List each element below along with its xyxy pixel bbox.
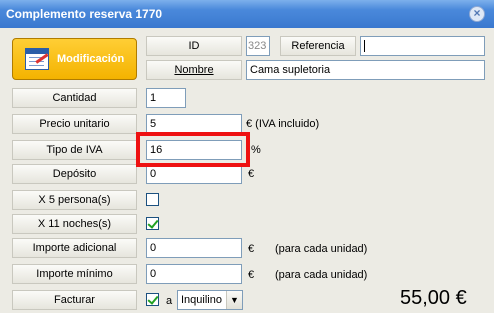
tipo-iva-suffix: % <box>251 144 261 156</box>
title-bar: Complemento reserva 1770 × <box>0 0 494 28</box>
precio-unitario-label: Precio unitario <box>12 114 137 134</box>
x-noches-checkbox[interactable] <box>146 217 159 230</box>
deposito-suffix: € <box>248 168 255 180</box>
precio-unitario-field[interactable]: 5 <box>146 114 242 134</box>
id-field: 323 <box>246 36 270 56</box>
deposito-label: Depósito <box>12 164 137 184</box>
edit-form-icon <box>25 48 49 70</box>
window-title: Complemento reserva 1770 <box>6 7 163 21</box>
facturar-select[interactable]: Inquilino ▼ <box>177 290 243 310</box>
total-amount: 55,00 € <box>400 287 467 309</box>
facturar-checkbox[interactable] <box>146 293 159 306</box>
deposito-field[interactable]: 0 <box>146 164 242 184</box>
facturar-label: Facturar <box>12 290 137 310</box>
nombre-label: Nombre <box>146 60 242 80</box>
facturar-selected: Inquilino <box>181 294 222 306</box>
importe-minimo-label: Importe mínimo <box>12 264 137 284</box>
x-personas-checkbox[interactable] <box>146 193 159 206</box>
tipo-iva-label: Tipo de IVA <box>12 140 137 160</box>
importe-adicional-currency: € <box>248 243 255 255</box>
x-personas-label: X 5 persona(s) <box>12 190 137 210</box>
importe-adicional-field[interactable]: 0 <box>146 238 242 258</box>
id-label: ID <box>146 36 242 56</box>
x-noches-label: X 11 noches(s) <box>12 214 137 234</box>
chevron-down-icon[interactable]: ▼ <box>226 291 242 309</box>
nombre-field[interactable]: Cama supletoria <box>246 60 485 80</box>
cantidad-label: Cantidad <box>12 88 137 108</box>
referencia-label: Referencia <box>280 36 356 56</box>
importe-adicional-label: Importe adicional <box>12 238 137 258</box>
referencia-field[interactable] <box>360 36 485 56</box>
importe-minimo-currency: € <box>248 269 255 281</box>
importe-adicional-note: (para cada unidad) <box>275 243 368 255</box>
importe-minimo-field[interactable]: 0 <box>146 264 242 284</box>
facturar-connector: a <box>166 295 173 307</box>
tipo-iva-field[interactable]: 16 <box>146 140 242 160</box>
modificacion-button[interactable]: Modificación <box>12 38 137 80</box>
cantidad-field[interactable]: 1 <box>146 88 186 108</box>
close-icon[interactable]: × <box>469 6 485 22</box>
modificacion-label: Modificación <box>57 53 125 65</box>
precio-unitario-suffix: € (IVA incluido) <box>246 118 320 130</box>
importe-minimo-note: (para cada unidad) <box>275 269 368 281</box>
